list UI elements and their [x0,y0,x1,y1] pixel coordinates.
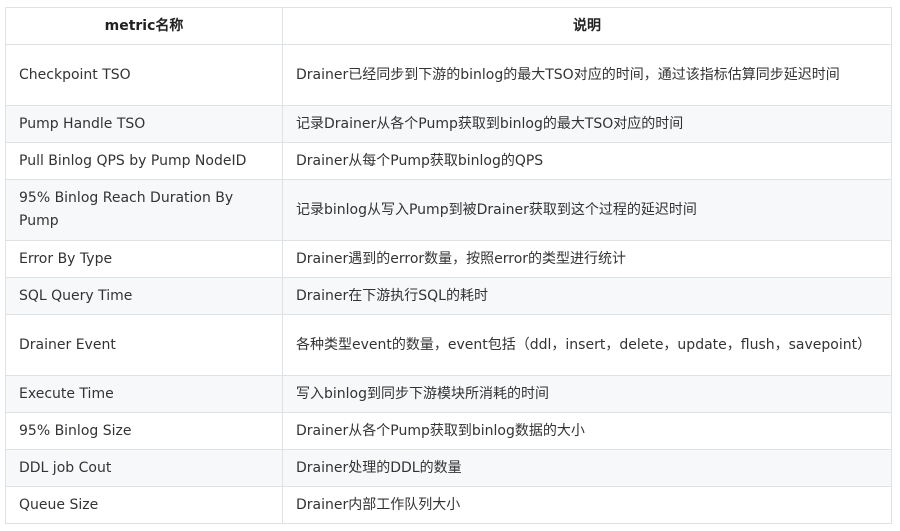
table-row: Execute Time 写入binlog到同步下游模块所消耗的时间 [5,375,892,413]
metric-cell: DDL job Cout [5,449,283,487]
metric-cell: Error By Type [5,240,283,278]
description-cell: 写入binlog到同步下游模块所消耗的时间 [282,375,892,413]
table-row: DDL job Cout Drainer处理的DDL的数量 [5,449,892,487]
description-cell: 记录binlog从写入Pump到被Drainer获取到这个过程的延迟时间 [282,179,892,241]
metric-cell: Checkpoint TSO [5,44,283,106]
metric-cell: Pump Handle TSO [5,105,283,143]
description-cell: Drainer从每个Pump获取binlog的QPS [282,142,892,180]
metrics-table: metric名称 说明 Checkpoint TSO Drainer已经同步到下… [5,7,892,524]
metric-cell: Drainer Event [5,314,283,376]
description-cell: Drainer内部工作队列大小 [282,486,892,524]
metric-cell: 95% Binlog Size [5,412,283,450]
table-row: Checkpoint TSO Drainer已经同步到下游的binlog的最大T… [5,44,892,106]
table-row: 95% Binlog Size Drainer从各个Pump获取到binlog数… [5,412,892,450]
table-row: Error By Type Drainer遇到的error数量，按照error的… [5,240,892,278]
table-row: SQL Query Time Drainer在下游执行SQL的耗时 [5,277,892,315]
metric-cell: 95% Binlog Reach Duration By Pump [5,179,283,241]
metric-cell: SQL Query Time [5,277,283,315]
metric-cell: Pull Binlog QPS by Pump NodeID [5,142,283,180]
description-cell: Drainer在下游执行SQL的耗时 [282,277,892,315]
description-cell: Drainer已经同步到下游的binlog的最大TSO对应的时间，通过该指标估算… [282,44,892,106]
table-row: Drainer Event 各种类型event的数量，event包括（ddl，i… [5,314,892,376]
description-cell: Drainer处理的DDL的数量 [282,449,892,487]
table-row: Pump Handle TSO 记录Drainer从各个Pump获取到binlo… [5,105,892,143]
metric-cell: Execute Time [5,375,283,413]
table-row: 95% Binlog Reach Duration By Pump 记录binl… [5,179,892,241]
description-cell: 各种类型event的数量，event包括（ddl，insert，delete，u… [282,314,892,376]
description-cell: Drainer遇到的error数量，按照error的类型进行统计 [282,240,892,278]
description-cell: Drainer从各个Pump获取到binlog数据的大小 [282,412,892,450]
table-row: Pull Binlog QPS by Pump NodeID Drainer从每… [5,142,892,180]
header-metric-name: metric名称 [5,7,283,45]
table-header-row: metric名称 说明 [5,7,892,45]
header-description: 说明 [282,7,892,45]
metrics-table-container: metric名称 说明 Checkpoint TSO Drainer已经同步到下… [5,7,892,524]
description-cell: 记录Drainer从各个Pump获取到binlog的最大TSO对应的时间 [282,105,892,143]
table-row: Queue Size Drainer内部工作队列大小 [5,486,892,524]
metric-cell: Queue Size [5,486,283,524]
